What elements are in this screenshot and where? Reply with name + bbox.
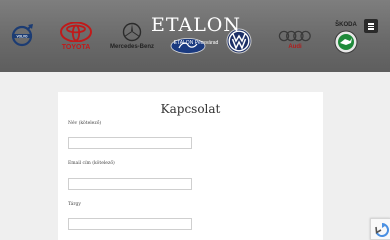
audi-icon xyxy=(278,30,311,42)
brand-subtitle: ETALON Pécsvárad xyxy=(173,40,219,46)
email-label: Email cím (kötelező) xyxy=(68,161,115,166)
email-field[interactable] xyxy=(68,178,192,190)
mercedes-caption: Mercedes-Benz xyxy=(110,44,155,50)
brand-title: ETALON xyxy=(150,14,242,36)
menu-button[interactable] xyxy=(364,19,378,33)
page-title: Kapcsolat xyxy=(160,102,221,116)
site-brand[interactable]: ETALON ETALON Pécsvárad xyxy=(150,14,242,46)
name-field[interactable] xyxy=(68,137,192,149)
skoda-caption: ŠKODA xyxy=(335,22,357,28)
toyota-logo[interactable]: TOYOTA xyxy=(58,22,94,51)
contact-form-card: Kapcsolat Név (kötelező) Email cím (köte… xyxy=(58,92,323,240)
toyota-caption: TOYOTA xyxy=(61,44,91,51)
mercedes-icon xyxy=(122,22,142,42)
subject-field[interactable] xyxy=(68,218,192,230)
audi-caption: Audi xyxy=(288,44,302,50)
hamburger-icon-line xyxy=(368,28,374,30)
recaptcha-icon xyxy=(375,223,389,237)
hamburger-icon xyxy=(368,23,374,25)
site-header: VOLVO TOYOTA Mercedes-Benz Audi ŠKODA ET… xyxy=(0,0,390,72)
volvo-logo[interactable]: VOLVO xyxy=(10,22,36,48)
name-label: Név (kötelező) xyxy=(68,121,102,126)
volvo-icon: VOLVO xyxy=(11,24,33,47)
recaptcha-badge[interactable] xyxy=(370,218,390,240)
mercedes-logo[interactable]: Mercedes-Benz xyxy=(110,22,154,50)
skoda-icon xyxy=(334,30,358,54)
subject-label: Tárgy xyxy=(68,202,81,207)
skoda-logo[interactable]: ŠKODA xyxy=(334,22,358,54)
audi-logo[interactable]: Audi xyxy=(278,30,312,50)
toyota-icon xyxy=(60,22,92,42)
hamburger-icon-line xyxy=(368,25,374,27)
svg-text:VOLVO: VOLVO xyxy=(17,34,28,38)
